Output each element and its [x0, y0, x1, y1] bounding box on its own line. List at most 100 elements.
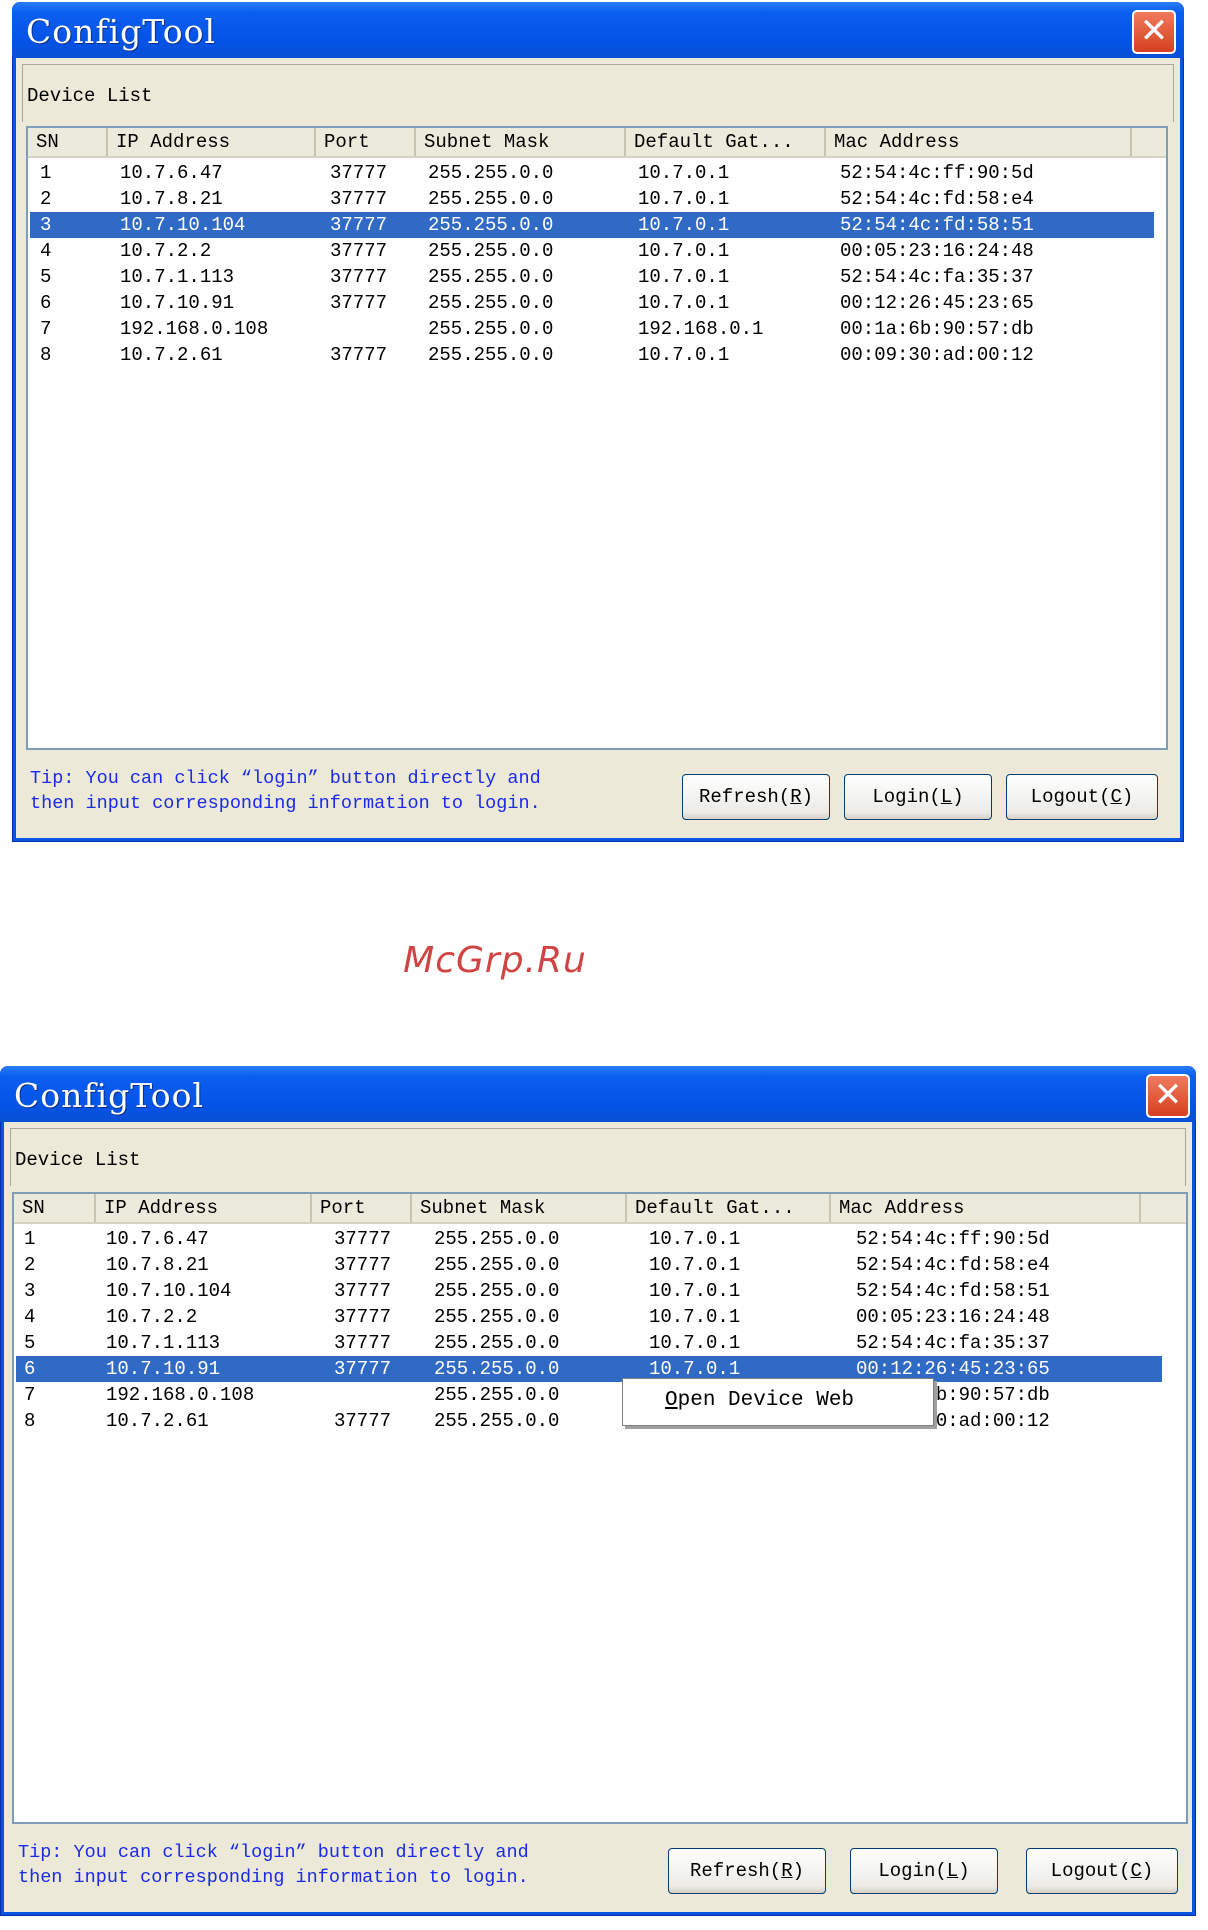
column-header-sn[interactable]: SN	[28, 128, 108, 156]
cell-ip: 10.7.2.61	[106, 1410, 209, 1432]
cell-port: 37777	[330, 214, 388, 236]
table-row[interactable]: 2 10.7.8.21 37777 255.255.0.0 10.7.0.1 52:54:…	[16, 1252, 1162, 1278]
cell-ip: 192.168.0.108	[106, 1384, 255, 1406]
login-button[interactable]: Login(L)	[844, 774, 992, 820]
cell-port: 37777	[330, 162, 388, 184]
logout-button[interactable]: Logout(C)	[1026, 1848, 1178, 1894]
table-row[interactable]: 1 10.7.6.47 37777 255.255.0.0 10.7.0.1 52:54:…	[16, 1226, 1162, 1252]
table-row[interactable]: 6 10.7.10.91 37777 255.255.0.0 10.7.0.1 00:12…	[16, 1356, 1162, 1382]
cell-mask: 255.255.0.0	[434, 1358, 560, 1380]
watermark: McGrp.Ru	[403, 940, 587, 981]
cell-mask: 255.255.0.0	[428, 162, 554, 184]
column-header-gateway[interactable]: Default Gat...	[626, 128, 826, 156]
table-row[interactable]: 2 10.7.8.21 37777 255.255.0.0 10.7.0.1 52:54:…	[30, 186, 1154, 212]
logout-button[interactable]: Logout(C)	[1006, 774, 1158, 820]
column-header-ip[interactable]: IP Address	[108, 128, 316, 156]
column-header-port[interactable]: Port	[316, 128, 416, 156]
window-client-area: Device List SN IP Address Port Subnet Ma…	[4, 1122, 1192, 1912]
cell-sn: 7	[24, 1384, 36, 1406]
cell-sn: 2	[40, 188, 52, 210]
table-row[interactable]: 7192.168.0.108255.255.0.0192.168.0.100:1…	[16, 1382, 1162, 1408]
column-header-gateway[interactable]: Default Gat...	[627, 1194, 831, 1222]
tip-line-1: Tip: You can click “login” button direct…	[18, 1842, 529, 1863]
title-bar[interactable]: ConfigTool ✕	[12, 2, 1184, 58]
cell-mac: 00:05:23:16:24:48	[856, 1306, 1050, 1328]
cell-mask: 255.255.0.0	[428, 240, 554, 262]
cell-mac: 00:12:26:45:23:65	[840, 292, 1034, 314]
device-list-group: Device List	[10, 1128, 1186, 1186]
tip-line-2: then input corresponding information to …	[18, 1867, 529, 1888]
cell-mask: 255.255.0.0	[428, 214, 554, 236]
cell-mac: 52:54:4c:ff:90:5d	[840, 162, 1034, 184]
login-accel: L	[940, 786, 953, 808]
cell-ip: 10.7.8.21	[120, 188, 223, 210]
cell-mac: 00:05:23:16:24:48	[840, 240, 1034, 262]
cell-mac: 52:54:4c:fd:58:51	[856, 1280, 1050, 1302]
cell-gw: 10.7.0.1	[649, 1228, 741, 1250]
cell-port: 37777	[334, 1228, 392, 1250]
cell-sn: 4	[40, 240, 52, 262]
cell-mac: 52:54:4c:fd:58:e4	[840, 188, 1034, 210]
table-row[interactable]: 4 10.7.2.2 37777 255.255.0.0 10.7.0.1 00:05:2…	[30, 238, 1154, 264]
cell-mask: 255.255.0.0	[428, 188, 554, 210]
refresh-button[interactable]: Refresh(R)	[668, 1848, 826, 1894]
column-header-ip[interactable]: IP Address	[96, 1194, 312, 1222]
cell-gw: 10.7.0.1	[638, 292, 730, 314]
table-rows: 1 10.7.6.47 37777 255.255.0.0 10.7.0.1 52:54:…	[14, 1224, 1186, 1822]
cell-gw: 10.7.0.1	[649, 1280, 741, 1302]
cell-gw: 10.7.0.1	[649, 1306, 741, 1328]
cell-gw: 10.7.0.1	[638, 214, 730, 236]
table-row[interactable]: 6 10.7.10.91 37777 255.255.0.0 10.7.0.1 00:12…	[30, 290, 1154, 316]
login-button[interactable]: Login(L)	[850, 1848, 998, 1894]
column-header-mac[interactable]: Mac Address	[831, 1194, 1141, 1222]
window-client-area: Device List SN IP Address Port Subnet Ma…	[16, 58, 1180, 838]
table-row[interactable]: 810.7.2.6137777255.255.0.010.7.0.100:09:…	[16, 1408, 1162, 1434]
cell-gw: 10.7.0.1	[638, 240, 730, 262]
cell-ip: 10.7.10.91	[106, 1358, 221, 1380]
cell-ip: 10.7.10.104	[106, 1280, 232, 1302]
column-header-mac[interactable]: Mac Address	[826, 128, 1132, 156]
context-menu: Open Device Web	[622, 1378, 934, 1426]
table-row[interactable]: 810.7.2.6137777255.255.0.010.7.0.100:09:…	[30, 342, 1154, 368]
title-bar[interactable]: ConfigTool ✕	[0, 1066, 1196, 1122]
refresh-button[interactable]: Refresh(R)	[682, 774, 830, 820]
cell-mac: 52:54:4c:ff:90:5d	[856, 1228, 1050, 1250]
login-accel: L	[946, 1860, 959, 1882]
cell-gw: 10.7.0.1	[638, 188, 730, 210]
cell-port: 37777	[334, 1306, 392, 1328]
cell-gw: 10.7.0.1	[649, 1254, 741, 1276]
cell-ip: 10.7.6.47	[106, 1228, 209, 1250]
table-row[interactable]: 3 10.7.10.104 37777 255.255.0.0 10.7.0.1 52:5…	[16, 1278, 1162, 1304]
table-row[interactable]: 3 10.7.10.104 37777 255.255.0.0 10.7.0.1 52:5…	[30, 212, 1154, 238]
cell-sn: 1	[40, 162, 52, 184]
column-header-sn[interactable]: SN	[14, 1194, 96, 1222]
cell-mac: 00:09:30:ad:00:12	[840, 344, 1034, 366]
menu-item-open-device-web[interactable]: Open Device Web	[665, 1379, 933, 1423]
cell-port: 37777	[334, 1332, 392, 1354]
cell-mac: 52:54:4c:fa:35:37	[856, 1332, 1050, 1354]
device-list-table[interactable]: SN IP Address Port Subnet Mask Default G…	[12, 1192, 1188, 1824]
tip-line-2: then input corresponding information to …	[30, 793, 541, 814]
cell-mask: 255.255.0.0	[434, 1384, 560, 1406]
logout-label: Logout	[1050, 1860, 1120, 1882]
configtool-window-1: ConfigTool ✕ Device List SN IP Address P…	[12, 2, 1184, 842]
close-icon[interactable]: ✕	[1132, 10, 1176, 54]
cell-ip: 10.7.1.113	[106, 1332, 221, 1354]
window-title: ConfigTool	[14, 1076, 205, 1115]
cell-gw: 10.7.0.1	[638, 162, 730, 184]
close-icon[interactable]: ✕	[1146, 1074, 1190, 1118]
table-row[interactable]: 4 10.7.2.2 37777 255.255.0.0 10.7.0.1 00:05:2…	[16, 1304, 1162, 1330]
column-header-port[interactable]: Port	[312, 1194, 412, 1222]
table-row[interactable]: 1 10.7.6.47 37777 255.255.0.0 10.7.0.1 52:54:…	[30, 160, 1154, 186]
column-header-subnet[interactable]: Subnet Mask	[412, 1194, 627, 1222]
cell-port: 37777	[334, 1280, 392, 1302]
column-header-subnet[interactable]: Subnet Mask	[416, 128, 626, 156]
table-row[interactable]: 7192.168.0.108255.255.0.0192.168.0.100:1…	[30, 316, 1154, 342]
group-label: Device List	[27, 85, 153, 107]
table-row[interactable]: 5 10.7.1.113 37777 255.255.0.0 10.7.0.1 52:54…	[30, 264, 1154, 290]
cell-port: 37777	[334, 1358, 392, 1380]
menu-item-accel: O	[665, 1389, 678, 1412]
table-row[interactable]: 5 10.7.1.113 37777 255.255.0.0 10.7.0.1 52:54…	[16, 1330, 1162, 1356]
device-list-table[interactable]: SN IP Address Port Subnet Mask Default G…	[26, 126, 1168, 750]
cell-mask: 255.255.0.0	[428, 344, 554, 366]
